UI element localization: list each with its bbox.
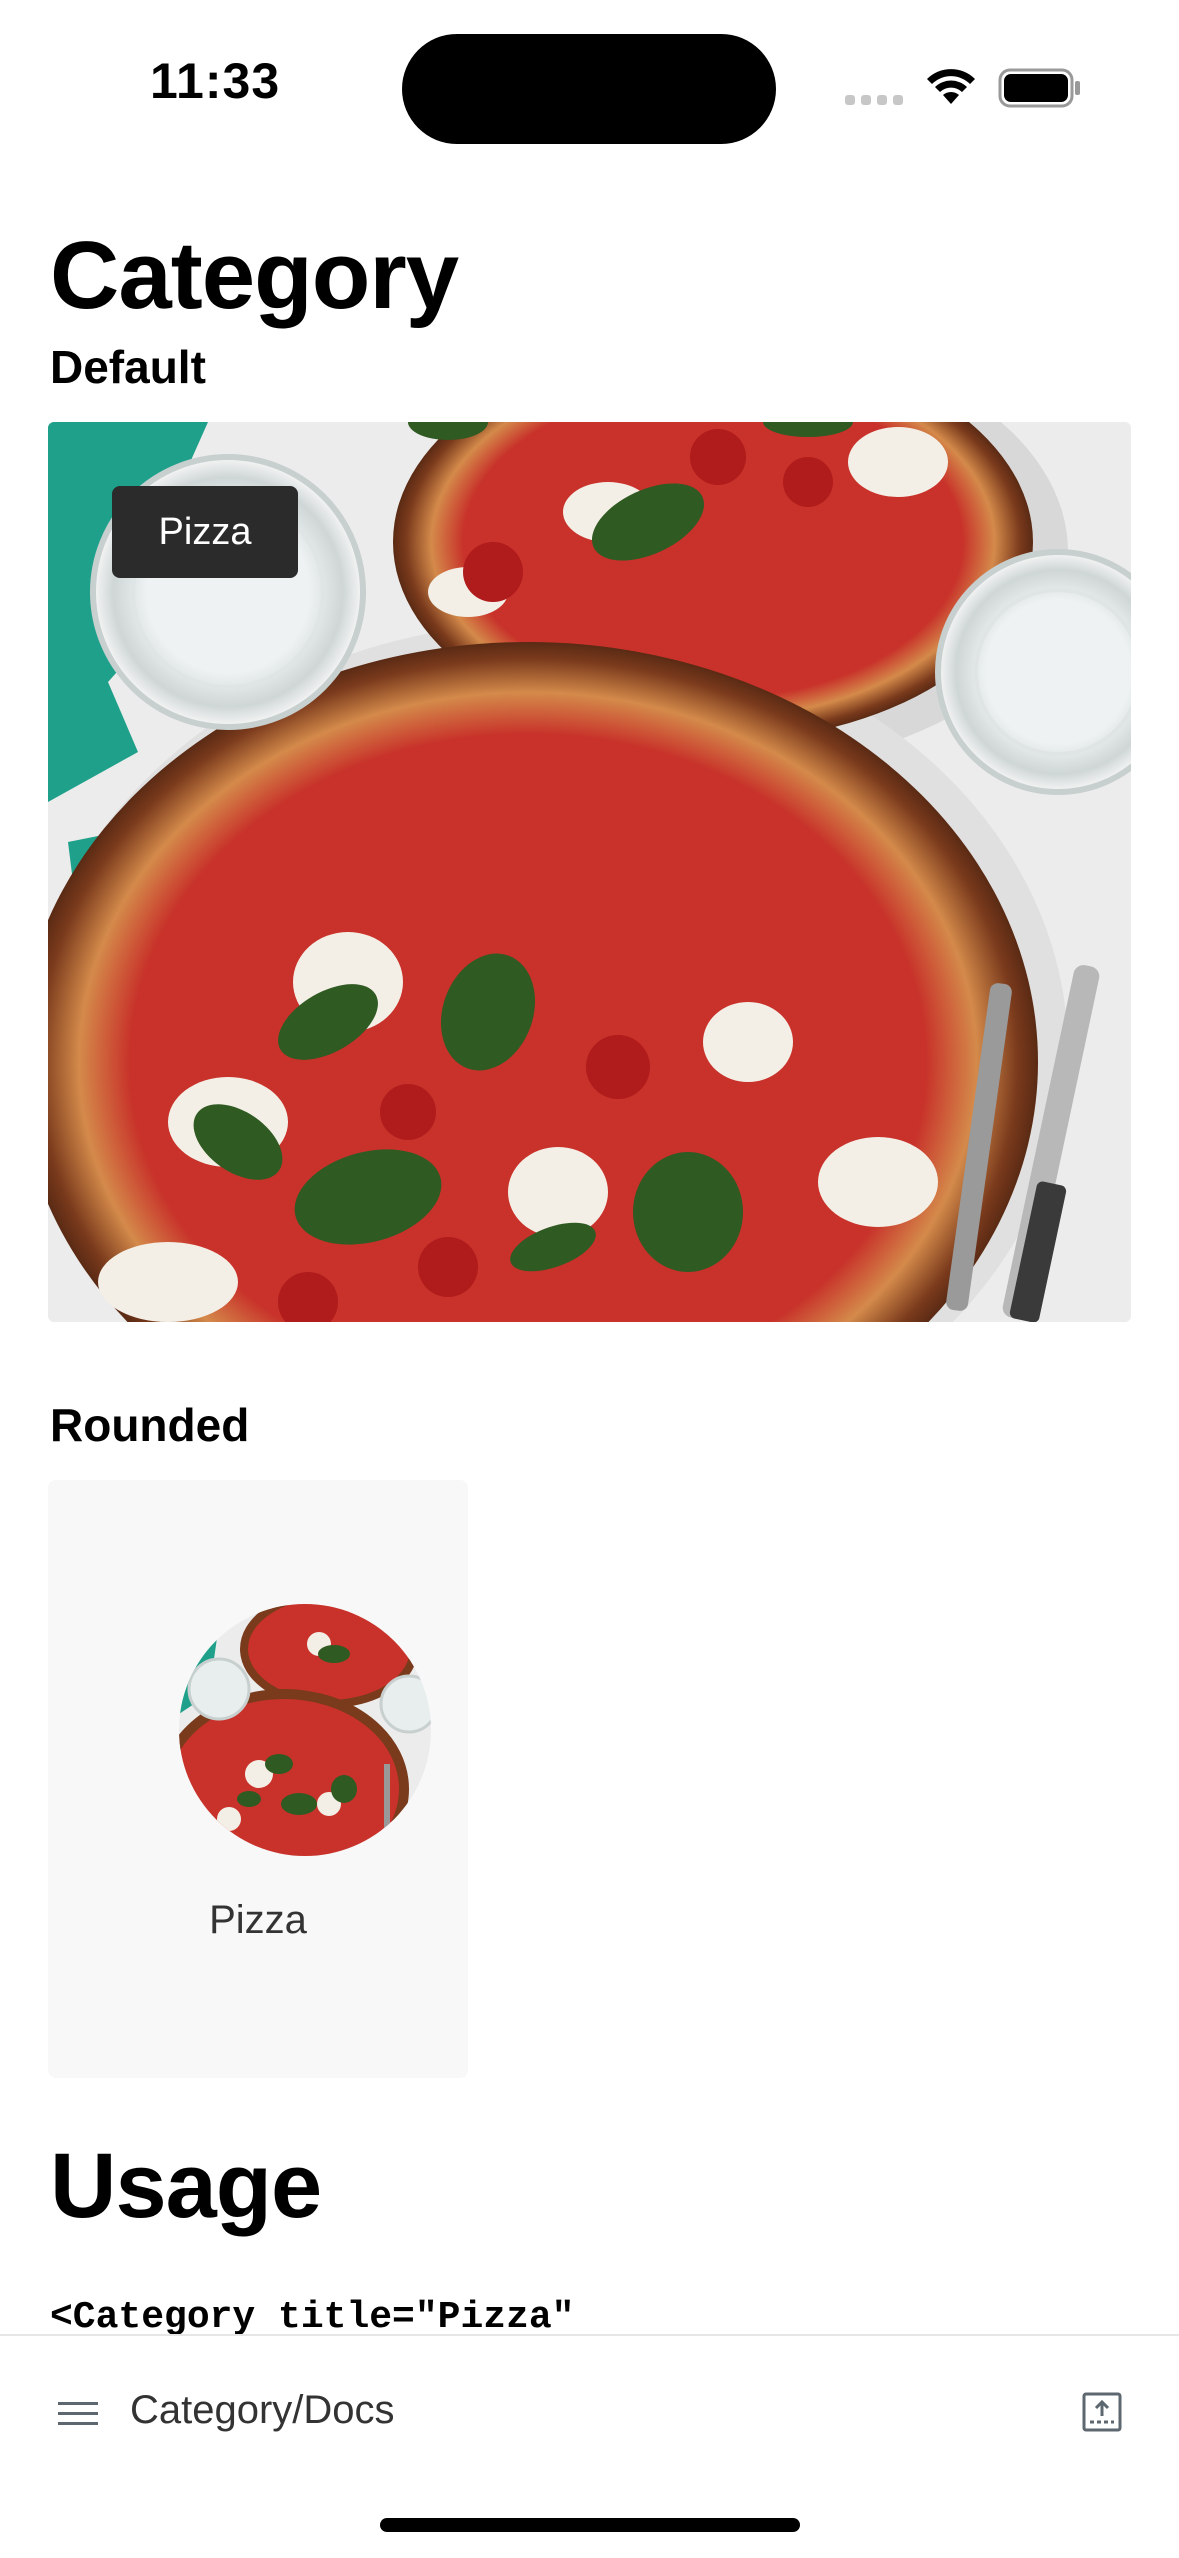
panel-toggle-icon[interactable] (1082, 2392, 1122, 2432)
usage-heading: Usage (50, 2135, 322, 2237)
category-rounded-card[interactable]: Pizza (48, 1480, 468, 2078)
dynamic-island (402, 34, 776, 144)
bottom-toolbar: Category/Docs (0, 2334, 1179, 2558)
section-label-rounded: Rounded (50, 1399, 250, 1451)
story-path: Category/Docs (130, 2388, 395, 2432)
pizza-thumbnail (179, 1604, 431, 1856)
page-title: Category (50, 222, 459, 329)
section-label-default: Default (50, 341, 206, 393)
cellular-signal-icon (845, 95, 903, 105)
category-title-badge: Pizza (112, 486, 298, 578)
status-bar: 11:33 (0, 0, 1179, 170)
home-indicator (380, 2518, 800, 2532)
battery-icon (998, 68, 1080, 108)
status-time: 11:33 (150, 53, 281, 109)
menu-icon[interactable] (56, 2396, 100, 2432)
category-rounded-title: Pizza (209, 1898, 307, 1942)
wifi-icon (927, 69, 975, 104)
usage-code: <Category title="Pizza" (50, 2296, 575, 2339)
